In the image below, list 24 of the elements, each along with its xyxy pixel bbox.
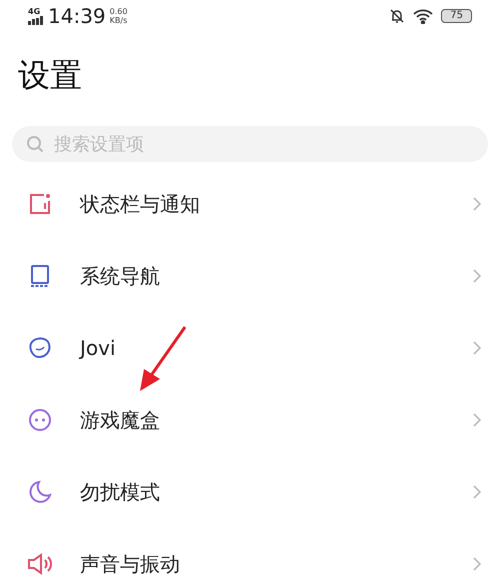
muted-bell-icon (389, 8, 406, 24)
clock-time: 14:39 (48, 4, 106, 28)
annotation-arrow (138, 325, 188, 393)
network-type: 4G (28, 8, 40, 16)
chevron-icon (472, 196, 482, 212)
search-icon (26, 135, 44, 153)
settings-item[interactable]: 勿扰模式 (0, 456, 500, 528)
wifi-icon (413, 8, 434, 24)
settings-item[interactable]: 状态栏与通知 (0, 168, 500, 240)
settings-item[interactable]: 游戏魔盒 (0, 384, 500, 456)
chevron-icon (472, 268, 482, 284)
search-field[interactable]: 搜索设置项 (12, 126, 488, 162)
page-title: 设置 (17, 55, 83, 96)
chevron-icon (472, 340, 482, 356)
chevron-icon (472, 556, 482, 572)
speed-value: 0.60 (110, 7, 128, 16)
settings-item[interactable]: 声音与振动 (0, 528, 500, 587)
chevron-icon (472, 484, 482, 500)
chevron-icon (472, 412, 482, 428)
speed-unit: KB/s (110, 16, 128, 25)
battery-level: 75 (441, 9, 472, 23)
settings-item[interactable]: 系统导航 (0, 240, 500, 312)
settings-item[interactable]: Jovi (0, 312, 500, 384)
signal-icon (28, 16, 44, 24)
